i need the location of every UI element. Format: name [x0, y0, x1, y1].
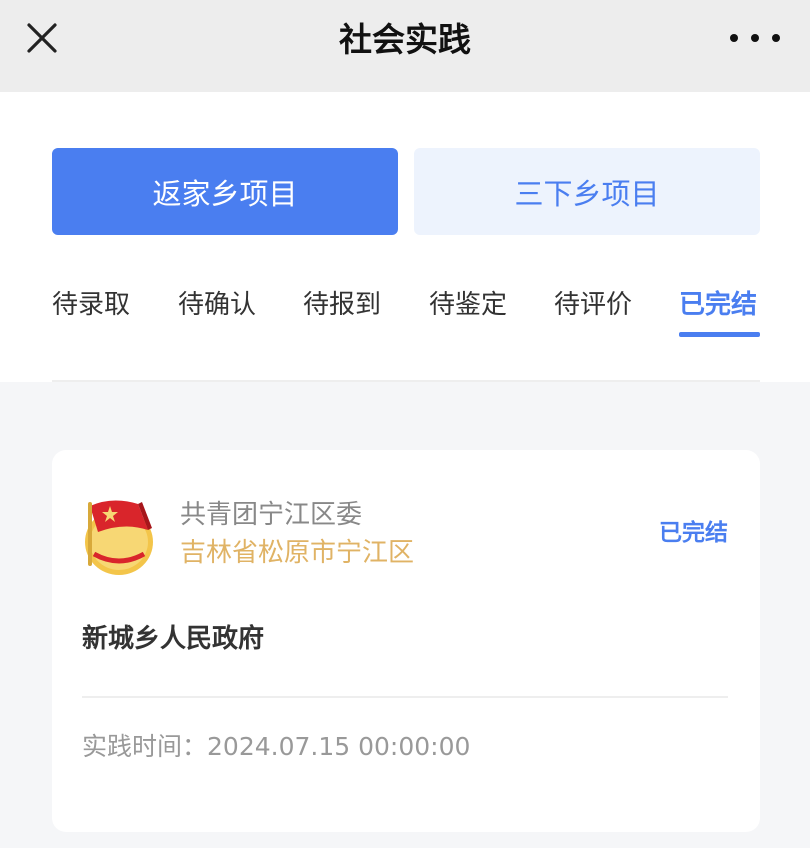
more-horizontal-icon	[730, 34, 738, 42]
tab-pending-evaluation[interactable]: 待评价	[554, 280, 632, 330]
more-button[interactable]	[730, 22, 780, 54]
tab-pending-confirm[interactable]: 待确认	[178, 280, 256, 330]
project-name: 新城乡人民政府	[82, 624, 265, 654]
more-horizontal-icon	[751, 34, 759, 42]
segment-return-hometown[interactable]: 返家乡项目	[52, 148, 398, 235]
tab-completed[interactable]: 已完结	[679, 280, 757, 330]
practice-time-label: 实践时间：	[82, 732, 208, 761]
main-content: 返家乡项目 三下乡项目 待录取 待确认 待报到 待鉴定 待评价 已完结 共青团宁…	[0, 92, 810, 848]
status-badge: 已完结	[659, 520, 728, 546]
page-title: 社会实践	[339, 20, 471, 59]
practice-time: 实践时间：2024.07.15 00:00:00	[82, 730, 470, 764]
tab-pending-appraisal[interactable]: 待鉴定	[429, 280, 507, 330]
more-horizontal-icon	[772, 34, 780, 42]
segment-three-to-countryside[interactable]: 三下乡项目	[414, 148, 760, 235]
youth-league-emblem-icon	[85, 500, 153, 575]
org-location: 吉林省松原市宁江区	[180, 538, 415, 568]
practice-card[interactable]: 共青团宁江区委 吉林省松原市宁江区 已完结 新城乡人民政府 实践时间：2024.…	[52, 450, 760, 832]
practice-time-value: 2024.07.15 00:00:00	[207, 732, 471, 761]
tab-pending-admission[interactable]: 待录取	[52, 280, 130, 330]
org-name: 共青团宁江区委	[180, 500, 363, 530]
tab-pending-checkin[interactable]: 待报到	[303, 280, 381, 330]
top-bar: 社会实践	[0, 0, 810, 92]
card-divider	[82, 696, 728, 698]
status-tabs: 待录取 待确认 待报到 待鉴定 待评价 已完结	[52, 280, 760, 340]
active-tab-indicator	[679, 332, 760, 337]
